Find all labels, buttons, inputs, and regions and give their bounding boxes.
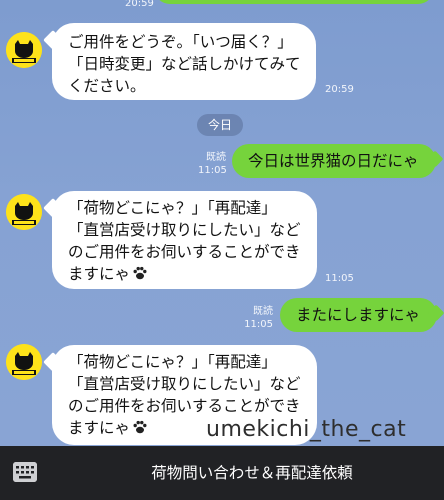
message-line: ご用件をどうぞ。「いつ届く？」 (68, 33, 293, 51)
rich-menu-toggle[interactable]: 荷物問い合わせ＆再配達依頼 (60, 446, 444, 500)
read-receipt: 既読 (206, 152, 226, 163)
date-separator: 今日 (197, 114, 243, 136)
message-line: 「直営店受け取りにしたい」など (68, 221, 301, 239)
message-time: 20:59 (325, 84, 354, 95)
message-line: 「荷物どこにゃ？」「再配達」 (68, 199, 277, 217)
message-bubble-received[interactable]: ご用件をどうぞ。「いつ届く？」 「日時変更」など話しかけてみて ください。 (52, 23, 316, 100)
message-time: 11:05 (198, 165, 227, 176)
paw-icon (133, 420, 147, 434)
message-time: 20:59 (125, 0, 154, 9)
rich-menu-bar: 荷物問い合わせ＆再配達依頼 (0, 446, 444, 500)
message-line: 「荷物どこにゃ？」「再配達」 (68, 353, 277, 371)
avatar[interactable] (6, 194, 42, 230)
message-line: 「日時変更」など話しかけてみて (68, 55, 301, 73)
message-time: 11:05 (325, 273, 354, 284)
message-bubble-sent[interactable]: またにしますにゃ (280, 298, 437, 332)
message-line: のご用件をお伺いすることができ (68, 243, 301, 261)
avatar[interactable] (6, 344, 42, 380)
message-bubble-sent-partial (154, 0, 434, 4)
watermark: umekichi_the_cat (206, 417, 407, 442)
chat-area[interactable]: 20:59 ご用件をどうぞ。「いつ届く？」 「日時変更」など話しかけてみて くだ… (0, 0, 444, 446)
keyboard-icon[interactable] (13, 462, 37, 482)
message-line: のご用件をお伺いすることができ (68, 397, 301, 415)
message-bubble-received[interactable]: 「荷物どこにゃ？」「再配達」 「直営店受け取りにしたい」など のご用件をお伺いす… (52, 191, 317, 289)
read-receipt: 既読 (253, 306, 273, 317)
avatar[interactable] (6, 32, 42, 68)
paw-icon (133, 266, 147, 280)
message-bubble-sent[interactable]: 今日は世界猫の日だにゃ (232, 144, 436, 178)
message-line: ますにゃ (68, 263, 303, 285)
message-line: ください。 (68, 77, 146, 95)
message-time: 11:05 (244, 319, 273, 330)
message-line: 「直営店受け取りにしたい」など (68, 375, 301, 393)
